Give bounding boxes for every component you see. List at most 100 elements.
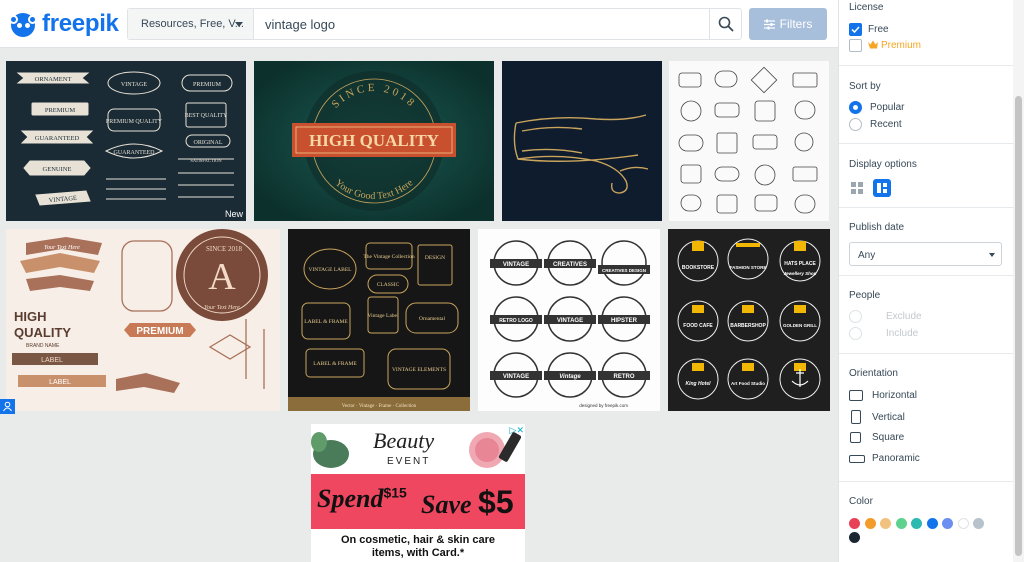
mosaic-view-icon[interactable]	[873, 179, 891, 197]
caret-down-icon	[989, 253, 995, 257]
orientation-section: Orientation Horizontal Vertical Square P…	[839, 354, 1013, 482]
filters-button[interactable]: Filters	[749, 8, 827, 40]
ad-brand-script: Beauty	[373, 428, 435, 453]
radio-icon[interactable]	[849, 118, 862, 131]
tile2-text: HIGH QUALITY	[309, 131, 439, 150]
result-thumbnail-3[interactable]	[502, 61, 662, 221]
tile6-text: The Vintage Collection	[363, 254, 414, 260]
tile8-text: BOOKSTORE	[682, 265, 715, 271]
horizontal-orientation-icon	[849, 390, 863, 401]
new-badge: New	[224, 209, 243, 219]
ad-brand-sub: EVENT	[387, 456, 431, 467]
resource-type-dropdown[interactable]: Resources, Free, V...	[128, 9, 254, 39]
ad-save-word: Save	[421, 490, 472, 519]
resource-type-label: Resources, Free, V...	[141, 18, 244, 30]
crown-icon	[868, 40, 878, 52]
result-thumbnail-6[interactable]: VINTAGE LABEL The Vintage Collection DES…	[288, 229, 470, 411]
color-swatch[interactable]	[864, 518, 876, 529]
checkbox-checked-icon[interactable]	[849, 23, 862, 36]
radio-selected-icon[interactable]	[849, 101, 862, 114]
license-title: License	[849, 2, 884, 13]
retro-brown-labels-preview: A SINCE 2018 Your Text Here Your Text He…	[12, 229, 268, 393]
result-thumbnail-5[interactable]: A SINCE 2018 Your Text Here Your Text He…	[6, 229, 280, 411]
ad-description: On cosmetic, hair & skin care items, wit…	[311, 534, 525, 560]
gold-frames-preview: VINTAGE LABEL The Vintage Collection DES…	[288, 242, 470, 411]
radio-disabled-icon[interactable]	[849, 327, 862, 340]
color-swatch[interactable]	[926, 518, 938, 529]
logo-wordmark: freepik	[42, 10, 119, 37]
color-swatch[interactable]	[849, 518, 860, 529]
license-premium-option[interactable]: Premium	[849, 39, 921, 52]
radio-disabled-icon[interactable]	[849, 310, 862, 323]
color-swatch[interactable]	[957, 518, 969, 529]
tile6-text: DESIGN	[425, 255, 445, 261]
sort-section: Sort by Popular Recent	[839, 66, 1013, 144]
tile7-text: RETRO LOGO	[499, 318, 533, 324]
tile7-text: VINTAGE	[503, 374, 529, 380]
freepik-search-page: freepik Resources, Free, V... vintage lo…	[0, 0, 1024, 562]
tile6-text: CLASSIC	[377, 282, 400, 288]
orientation-horizontal-option[interactable]: Horizontal	[849, 390, 917, 401]
grid-view-icon[interactable]	[849, 180, 865, 196]
vintage-ribbons-preview: ORNAMENT PREMIUM GUARANTEED GENUINE VINT…	[16, 71, 234, 206]
ad-offer: Spend$15 Save $5	[311, 474, 525, 529]
orientation-vertical-label: Vertical	[872, 411, 905, 423]
orientation-vertical-option[interactable]: Vertical	[849, 410, 905, 424]
tile1-text: PREMIUM	[45, 107, 76, 114]
checkbox-icon[interactable]	[849, 39, 862, 52]
people-include-option[interactable]: Include	[849, 327, 918, 340]
user-icon	[3, 401, 12, 412]
advertisement-banner[interactable]: Beauty EVENT ▷✕ Spend$15 Save $5 On cosm…	[311, 424, 525, 562]
result-thumbnail-1[interactable]: ORNAMENT PREMIUM GUARANTEED GENUINE VINT…	[6, 61, 246, 221]
result-thumbnail-4[interactable]	[669, 61, 829, 221]
color-swatch[interactable]	[911, 518, 922, 529]
display-options-section: Display options	[839, 144, 1013, 208]
result-thumbnail-7[interactable]: VINTAGE CREATIVES CREATIVES DESIGN RETRO…	[478, 229, 660, 411]
orientation-title: Orientation	[849, 368, 898, 379]
tile8-text: Art Food Studio	[731, 381, 765, 386]
orientation-horizontal-label: Horizontal	[872, 390, 918, 401]
ad-spend-word: Spend	[317, 484, 384, 513]
result-thumbnail-2[interactable]: SINCE 2018 HIGH QUALITY Your Good Text H…	[254, 61, 494, 221]
color-swatch[interactable]	[895, 518, 907, 529]
orientation-square-label: Square	[872, 432, 905, 443]
tile8-text: Jewellery Shop	[784, 271, 817, 276]
search-input[interactable]	[265, 15, 695, 33]
scrollbar[interactable]	[1013, 0, 1024, 562]
license-free-option[interactable]: Free	[849, 23, 889, 36]
color-swatch[interactable]	[973, 518, 984, 529]
shop-badges-preview: BOOKSTORE HATS PLACE FASHION STORE Jewel…	[677, 238, 821, 400]
tile1-text: GENUINE	[43, 166, 72, 173]
orientation-panoramic-option[interactable]: Panoramic	[849, 453, 920, 464]
contributor-icon[interactable]	[0, 399, 15, 414]
color-swatch[interactable]	[942, 518, 953, 529]
top-bar: freepik Resources, Free, V... vintage lo…	[0, 0, 838, 48]
publish-date-value: Any	[858, 250, 876, 261]
tile6-text: LABEL & FRAME	[313, 361, 357, 367]
freepik-logo[interactable]: freepik	[8, 9, 119, 39]
scrollbar-thumb[interactable]	[1015, 96, 1022, 556]
color-swatch[interactable]	[880, 518, 891, 529]
tile1-text: GUARANTEED	[114, 150, 156, 156]
publish-date-select[interactable]: Any	[849, 242, 1002, 266]
sort-recent-label: Recent	[870, 119, 902, 130]
tile5-text: LABEL	[41, 357, 63, 364]
ad-desc-line: items, with Card.*	[371, 547, 465, 559]
adchoices-icon[interactable]: ▷✕	[510, 425, 524, 436]
color-swatch[interactable]	[849, 532, 860, 543]
sort-popular-option[interactable]: Popular	[849, 101, 904, 114]
search-button[interactable]	[709, 9, 741, 39]
tile7-text: VINTAGE	[557, 318, 583, 324]
filters-panel: License Free Premium Sort by Popular Rec…	[838, 0, 1024, 562]
people-exclude-option[interactable]: Exclude	[849, 310, 922, 323]
ad-save-text: Save $5	[421, 484, 514, 521]
tile7-caption: designed by freepik.com	[579, 403, 628, 408]
sort-title: Sort by	[849, 81, 881, 92]
search-icon	[718, 16, 733, 32]
sort-recent-option[interactable]: Recent	[849, 118, 902, 131]
tile1-text: SATISFACTION	[190, 158, 222, 163]
tile6-text: VINTAGE LABEL	[308, 267, 352, 273]
result-thumbnail-8[interactable]: BOOKSTORE HATS PLACE FASHION STORE Jewel…	[668, 229, 830, 411]
orientation-square-option[interactable]: Square	[849, 432, 904, 443]
ad-header: Beauty EVENT ▷✕	[311, 424, 525, 474]
